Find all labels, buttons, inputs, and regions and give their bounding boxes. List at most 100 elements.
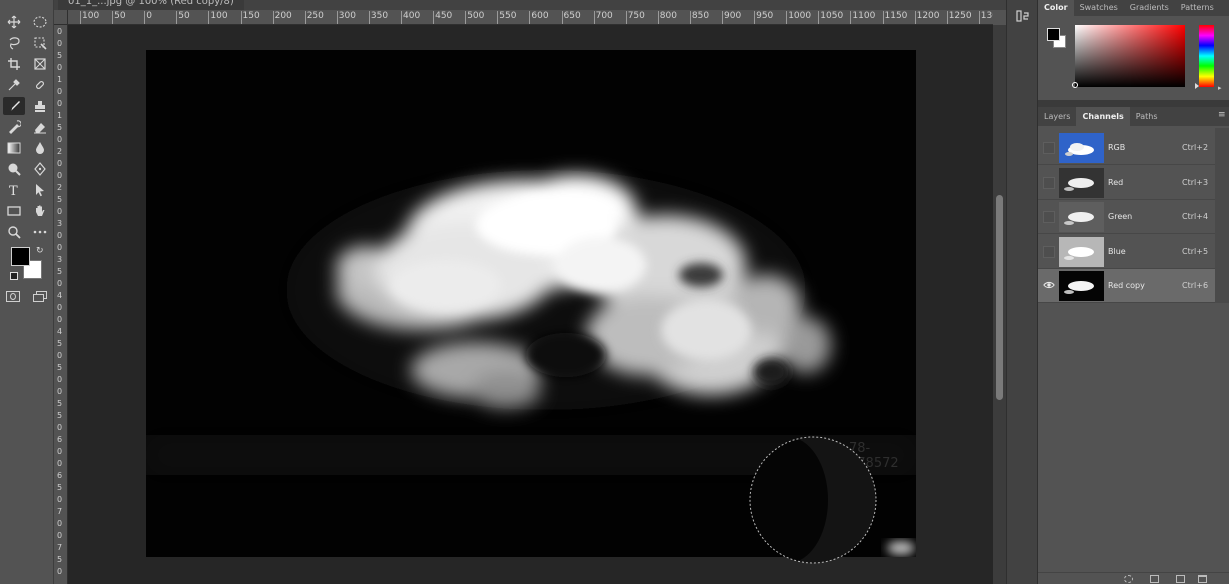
svg-text:T: T	[9, 184, 18, 197]
gradient-tool-icon[interactable]	[3, 139, 25, 157]
channel-row-red[interactable]: Red Ctrl+3	[1038, 166, 1215, 200]
ruler-tick-label: 0	[144, 11, 152, 24]
visibility-eye-icon[interactable]	[1042, 278, 1056, 292]
zoom-tool-icon[interactable]	[3, 223, 25, 241]
history-panel-icon[interactable]	[1016, 8, 1030, 22]
ruler-tick-label: 0	[57, 519, 63, 528]
channel-shortcut: Ctrl+5	[1182, 246, 1209, 256]
ruler-tick-label: 5	[57, 483, 63, 492]
color-saturation-field[interactable]	[1072, 25, 1185, 88]
hue-slider[interactable]	[1195, 25, 1214, 89]
panel-divider	[1038, 100, 1229, 107]
channel-shortcut: Ctrl+4	[1182, 212, 1209, 221]
channel-row-rgb[interactable]: RGB Ctrl+2	[1038, 131, 1215, 165]
ruler-tick-label: 5	[57, 555, 63, 564]
new-channel-icon[interactable]	[1176, 575, 1185, 583]
channel-shortcut: Ctrl+2	[1182, 143, 1209, 152]
ruler-tick-label: 2	[57, 147, 63, 156]
ruler-tick-label: 0	[57, 387, 63, 396]
tab-swatches[interactable]: Swatches	[1074, 0, 1124, 16]
lasso-tool-icon[interactable]	[3, 34, 25, 52]
horizontal-ruler[interactable]: 100 50 0 50 100 150 200 250 300 350 400 450 500 550 60…	[68, 10, 993, 25]
ruler-tick-label: 5	[57, 411, 63, 420]
ruler-tick-label: 150	[240, 11, 260, 24]
delete-channel-icon[interactable]	[1198, 575, 1207, 583]
ruler-tick-label: 0	[57, 567, 63, 576]
ruler-tick-label: 1050	[818, 11, 844, 24]
canvas-vertical-scrollbar[interactable]	[993, 25, 1006, 584]
save-selection-icon[interactable]	[1150, 575, 1159, 583]
hand-tool-icon[interactable]	[29, 202, 51, 220]
quick-select-tool-icon[interactable]	[29, 34, 51, 52]
foreground-color-swatch[interactable]	[11, 247, 30, 266]
tab-gradients[interactable]: Gradients	[1124, 0, 1175, 16]
ruler-tick-label: 850	[689, 11, 710, 24]
ruler-tick-label: 5	[57, 123, 63, 132]
clone-stamp-tool-icon[interactable]	[29, 97, 51, 115]
rectangle-tool-icon[interactable]	[3, 202, 25, 220]
ruler-tick-label: 1	[57, 111, 63, 120]
ruler-tick-label: 0	[57, 39, 63, 48]
tab-layers[interactable]: Layers	[1038, 107, 1076, 126]
blur-tool-icon[interactable]	[29, 139, 51, 157]
ruler-tick-label: 4	[57, 327, 63, 336]
channels-panel-menu-icon[interactable]: ≡	[1218, 110, 1226, 120]
channel-thumbnail	[1059, 271, 1104, 301]
ruler-corner[interactable]	[54, 10, 68, 25]
document-tab-strip: 01_1_...jpg @ 100% (Red copy/8)	[54, 0, 1006, 10]
visibility-toggle[interactable]	[1043, 211, 1055, 223]
screen-mode-icon[interactable]	[33, 291, 47, 302]
channels-scrollbar[interactable]	[1215, 128, 1229, 303]
channel-thumbnail	[1059, 167, 1104, 198]
ruler-tick-label: 1200	[914, 11, 940, 24]
ruler-tick-label: 0	[57, 375, 63, 384]
ruler-tick-label: 100	[79, 11, 100, 24]
ruler-tick-label: 4	[57, 291, 63, 300]
ruler-tick-label: 0	[57, 531, 63, 540]
ruler-tick-label: 7	[57, 507, 63, 516]
load-selection-icon[interactable]	[1124, 575, 1133, 583]
path-select-tool-icon[interactable]	[29, 181, 51, 199]
pen-tool-icon[interactable]	[29, 160, 51, 178]
vertical-ruler[interactable]: 0 0 5 0 1 0 0 1 5 0 2 0 0 2 5 0 3 0 0 3 5 0 4 0 0 4 5 0 5 0 0 5 5 0 6 0 0 6 5 0…	[54, 25, 68, 584]
more-tools-icon[interactable]	[29, 223, 51, 241]
swap-colors-icon[interactable]: ↻	[36, 246, 44, 256]
channel-thumbnail	[1059, 236, 1104, 267]
color-panel-menu-icon[interactable]: ▸	[1218, 84, 1222, 92]
ruler-tick-label: 250	[304, 11, 324, 24]
eraser-tool-icon[interactable]	[29, 118, 51, 136]
eyedropper-tool-icon[interactable]	[3, 76, 25, 94]
channel-row-blue[interactable]: Blue Ctrl+5	[1038, 235, 1215, 269]
ruler-tick-label: 800	[657, 11, 677, 24]
tab-color[interactable]: Color	[1038, 0, 1074, 16]
color-panel-tabs: Color Swatches Gradients Patterns	[1038, 0, 1229, 16]
visibility-toggle[interactable]	[1043, 176, 1055, 189]
marquee-tool-icon[interactable]	[29, 13, 51, 31]
ruler-tick-label: 100	[208, 11, 228, 24]
healing-brush-tool-icon[interactable]	[29, 76, 51, 94]
panel-foreground-chip[interactable]	[1047, 28, 1060, 41]
scrollbar-thumb[interactable]	[996, 195, 1003, 400]
visibility-toggle[interactable]	[1043, 142, 1055, 154]
ruler-tick-label: 300	[336, 11, 356, 24]
move-tool-icon[interactable]	[3, 13, 25, 31]
quick-mask-icon[interactable]	[6, 291, 20, 302]
default-colors-icon[interactable]	[10, 272, 18, 280]
canvas-workspace[interactable]: 78-978572	[68, 25, 993, 584]
channel-shortcut: Ctrl+6	[1182, 281, 1209, 290]
dodge-tool-icon[interactable]	[3, 160, 25, 178]
channel-row-red-copy[interactable]: Red copy Ctrl+6	[1038, 269, 1215, 303]
channel-thumbnail	[1059, 133, 1104, 163]
tab-channels[interactable]: Channels	[1076, 107, 1130, 126]
crop-tool-icon[interactable]	[3, 55, 25, 73]
type-tool-icon[interactable]: T	[3, 181, 25, 199]
channel-row-green[interactable]: Green Ctrl+4	[1038, 200, 1215, 234]
ruler-tick-label: 50	[112, 11, 126, 24]
document-tab[interactable]: 01_1_...jpg @ 100% (Red copy/8)	[58, 0, 244, 10]
visibility-toggle[interactable]	[1043, 245, 1055, 258]
brush-tool-icon[interactable]	[3, 97, 25, 115]
tab-paths[interactable]: Paths	[1130, 107, 1164, 126]
frame-tool-icon[interactable]	[29, 55, 51, 73]
history-brush-tool-icon[interactable]	[3, 118, 25, 136]
tab-patterns[interactable]: Patterns	[1175, 0, 1220, 16]
